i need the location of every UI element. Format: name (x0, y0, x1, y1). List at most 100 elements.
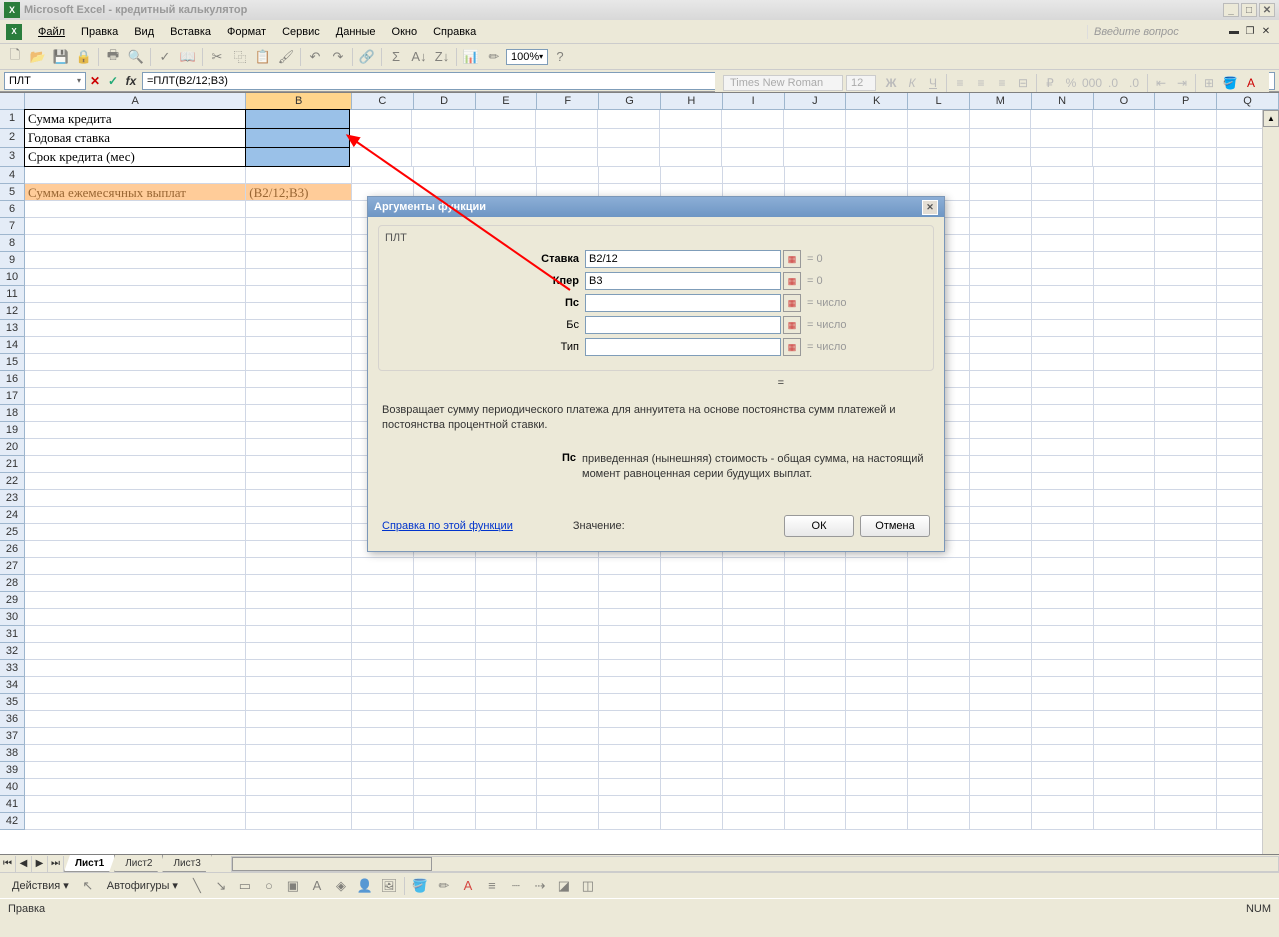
cell-B25[interactable] (246, 524, 352, 541)
cell-E27[interactable] (476, 558, 538, 575)
cell-O22[interactable] (1094, 473, 1156, 490)
cell-B15[interactable] (246, 354, 352, 371)
cell-K37[interactable] (846, 728, 908, 745)
cell-O12[interactable] (1094, 303, 1156, 320)
cell-N33[interactable] (1032, 660, 1094, 677)
cell-K2[interactable] (846, 129, 908, 148)
cell-O9[interactable] (1094, 252, 1156, 269)
cell-B13[interactable] (246, 320, 352, 337)
cell-B37[interactable] (246, 728, 352, 745)
underline-icon[interactable]: Ч (923, 73, 943, 93)
cell-L37[interactable] (908, 728, 970, 745)
row-header-19[interactable]: 19 (0, 422, 25, 439)
cell-E1[interactable] (474, 110, 536, 129)
cell-I29[interactable] (723, 592, 785, 609)
cell-C3[interactable] (350, 148, 412, 167)
cell-N36[interactable] (1032, 711, 1094, 728)
cell-N12[interactable] (1032, 303, 1094, 320)
col-header-K[interactable]: K (846, 93, 908, 110)
undo-icon[interactable]: ↶ (304, 46, 326, 68)
clipart-icon[interactable]: 👤 (354, 875, 376, 897)
cell-B2[interactable] (245, 128, 351, 148)
dec-indent-icon[interactable]: ⇤ (1151, 73, 1171, 93)
cell-B30[interactable] (246, 609, 352, 626)
print-icon[interactable]: 🖶 (102, 46, 124, 68)
cell-M40[interactable] (970, 779, 1032, 796)
cell-I42[interactable] (723, 813, 785, 830)
cell-L34[interactable] (908, 677, 970, 694)
tab-sheet2[interactable]: Лист2 (114, 855, 163, 872)
tab-next-icon[interactable]: ▶ (32, 856, 48, 872)
cell-A3[interactable]: Срок кредита (мес) (24, 147, 246, 167)
cell-F37[interactable] (537, 728, 599, 745)
align-center-icon[interactable]: ≡ (971, 73, 991, 93)
cell-F3[interactable] (536, 148, 598, 167)
cell-B36[interactable] (246, 711, 352, 728)
cell-N37[interactable] (1032, 728, 1094, 745)
cell-G42[interactable] (599, 813, 661, 830)
font-color-icon[interactable]: A (457, 875, 479, 897)
shadow-icon[interactable]: ◪ (553, 875, 575, 897)
cell-L3[interactable] (908, 148, 970, 167)
col-header-L[interactable]: L (908, 93, 970, 110)
row-header-32[interactable]: 32 (0, 643, 25, 660)
cell-P40[interactable] (1155, 779, 1217, 796)
maximize-button[interactable]: □ (1241, 3, 1257, 17)
cell-B9[interactable] (246, 252, 352, 269)
cell-O17[interactable] (1094, 388, 1156, 405)
cell-K29[interactable] (846, 592, 908, 609)
cell-J1[interactable] (784, 110, 846, 129)
cell-B4[interactable] (246, 167, 352, 184)
row-header-34[interactable]: 34 (0, 677, 25, 694)
cell-O3[interactable] (1093, 148, 1155, 167)
cell-I36[interactable] (723, 711, 785, 728)
cell-C35[interactable] (352, 694, 414, 711)
cell-F33[interactable] (537, 660, 599, 677)
cell-D28[interactable] (414, 575, 476, 592)
cell-M29[interactable] (970, 592, 1032, 609)
cell-J38[interactable] (785, 745, 847, 762)
cell-P23[interactable] (1155, 490, 1217, 507)
cell-N14[interactable] (1032, 337, 1094, 354)
cell-B41[interactable] (246, 796, 352, 813)
cell-H1[interactable] (660, 110, 722, 129)
cell-F29[interactable] (537, 592, 599, 609)
cell-I35[interactable] (723, 694, 785, 711)
cell-D39[interactable] (414, 762, 476, 779)
cell-O6[interactable] (1094, 201, 1156, 218)
cell-D32[interactable] (414, 643, 476, 660)
arg-collapse-icon-2[interactable]: ▦ (783, 294, 801, 312)
autoshapes-menu[interactable]: Автофигуры ▾ (101, 877, 184, 894)
cell-P42[interactable] (1155, 813, 1217, 830)
cell-E2[interactable] (474, 129, 536, 148)
cell-G1[interactable] (598, 110, 660, 129)
row-header-39[interactable]: 39 (0, 762, 25, 779)
cell-A6[interactable] (25, 201, 246, 218)
col-header-E[interactable]: E (476, 93, 538, 110)
cell-L4[interactable] (908, 167, 970, 184)
cell-O14[interactable] (1094, 337, 1156, 354)
cell-B27[interactable] (246, 558, 352, 575)
cell-N39[interactable] (1032, 762, 1094, 779)
cell-D41[interactable] (414, 796, 476, 813)
cell-L38[interactable] (908, 745, 970, 762)
cell-M10[interactable] (970, 269, 1032, 286)
cell-H36[interactable] (661, 711, 723, 728)
cell-I4[interactable] (723, 167, 785, 184)
comma-icon[interactable]: 000 (1082, 73, 1102, 93)
cell-K33[interactable] (846, 660, 908, 677)
cell-H27[interactable] (661, 558, 723, 575)
row-header-1[interactable]: 1 (0, 110, 25, 129)
vertical-scrollbar[interactable]: ▲ (1262, 110, 1279, 854)
cell-E32[interactable] (476, 643, 538, 660)
cell-A12[interactable] (25, 303, 246, 320)
horizontal-scrollbar[interactable] (231, 856, 1279, 872)
cell-N34[interactable] (1032, 677, 1094, 694)
cell-O39[interactable] (1094, 762, 1156, 779)
cell-G33[interactable] (599, 660, 661, 677)
cell-M15[interactable] (970, 354, 1032, 371)
cancel-formula-icon[interactable]: ✕ (86, 72, 104, 90)
cell-A33[interactable] (25, 660, 246, 677)
cell-N42[interactable] (1032, 813, 1094, 830)
cell-F35[interactable] (537, 694, 599, 711)
